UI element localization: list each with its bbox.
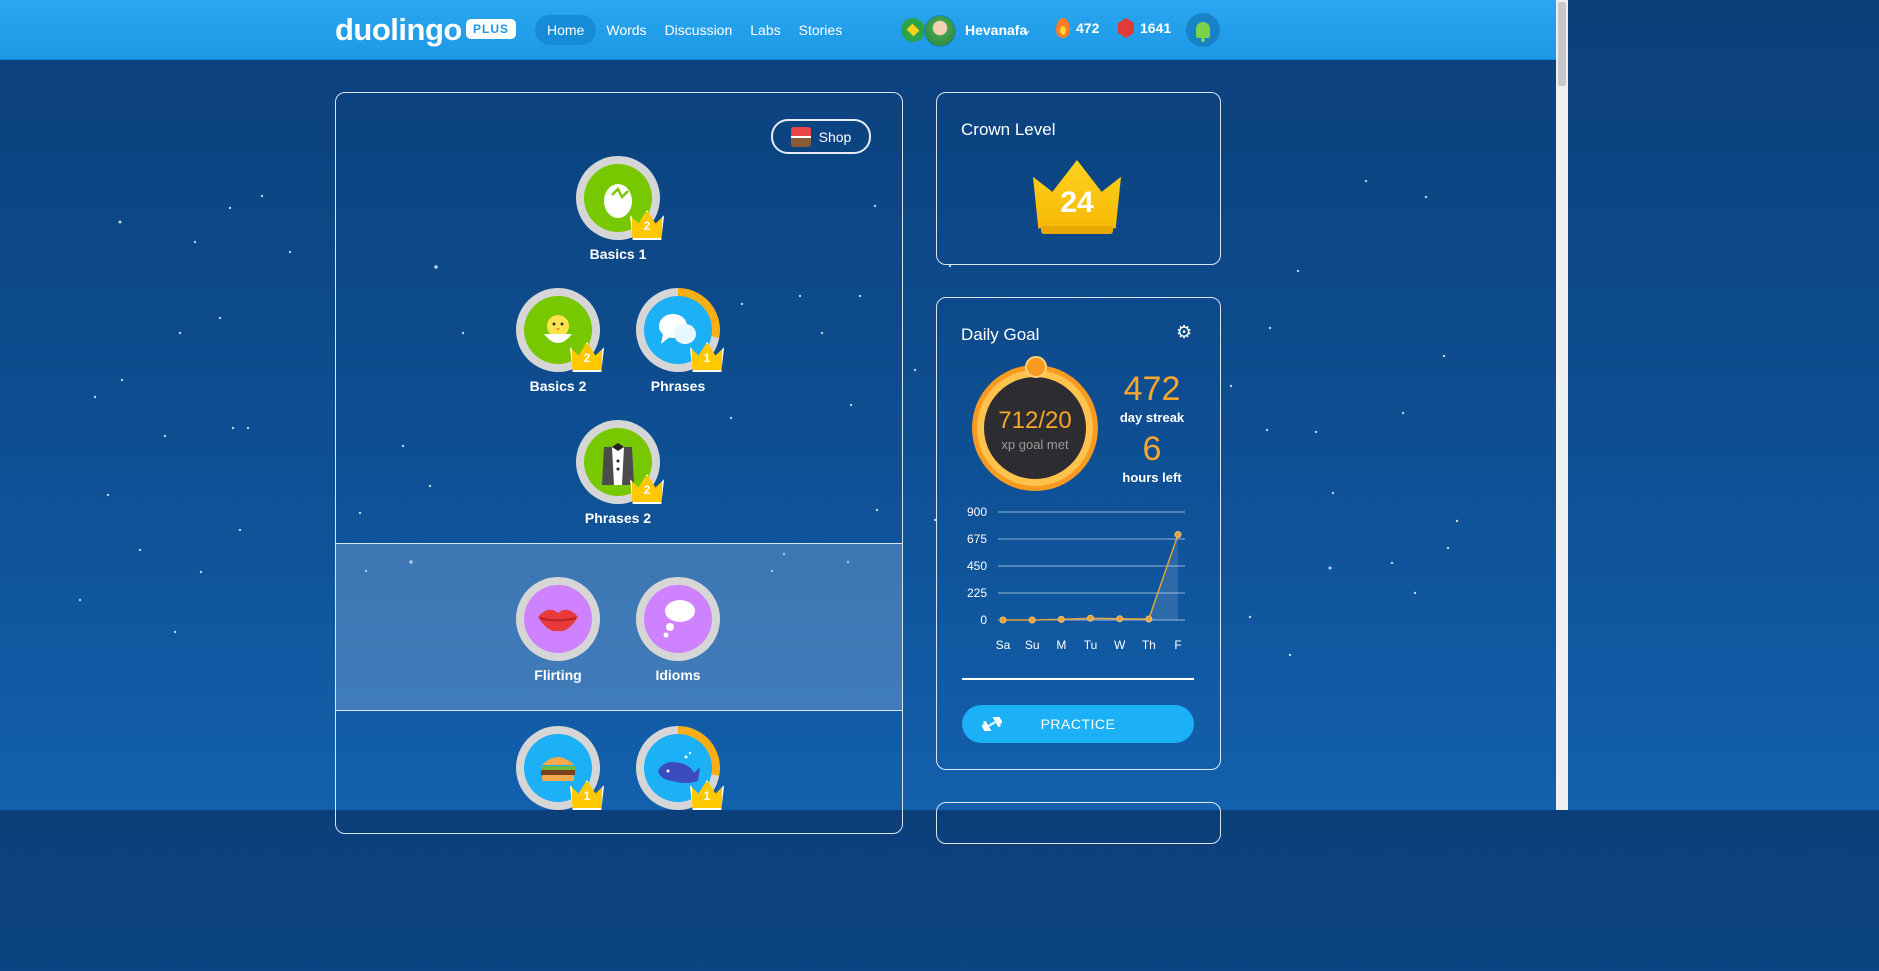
- lips-icon: [524, 585, 592, 653]
- y-tick-label: 450: [967, 559, 987, 573]
- notifications-button[interactable]: [1186, 13, 1220, 47]
- flag-icon[interactable]: [901, 18, 925, 42]
- skill-basics-2[interactable]: 2: [516, 288, 604, 372]
- locked-section-band: [336, 543, 902, 711]
- gear-icon[interactable]: ⚙: [1176, 323, 1194, 341]
- fire-icon: [1056, 18, 1070, 38]
- y-tick-label: 225: [967, 586, 987, 600]
- nav-discussion[interactable]: Discussion: [657, 15, 741, 45]
- crown-badge: 1: [690, 342, 724, 372]
- y-tick-label: 900: [967, 505, 987, 519]
- x-tick-label: F: [1174, 638, 1181, 652]
- x-tick-label: W: [1114, 638, 1126, 652]
- bell-icon: [1196, 22, 1210, 42]
- practice-button[interactable]: PRACTICE: [962, 705, 1194, 743]
- skill-label: Idioms: [655, 667, 701, 683]
- skill-flirting[interactable]: [516, 577, 600, 661]
- y-tick-label: 675: [967, 532, 987, 546]
- flame-knob-icon: [1025, 356, 1047, 378]
- xp-area: [1003, 534, 1178, 620]
- x-tick-label: Tu: [1084, 638, 1098, 652]
- gem-icon: [1118, 18, 1134, 38]
- practice-label: PRACTICE: [1040, 716, 1116, 732]
- shop-button[interactable]: Shop: [771, 119, 871, 154]
- crown-badge: 1: [570, 780, 604, 810]
- xp-point: [1028, 616, 1036, 624]
- skill-idioms[interactable]: [636, 577, 720, 661]
- skill-label: Basics 1: [589, 246, 647, 262]
- plus-badge: PLUS: [466, 19, 517, 39]
- xp-point: [1174, 531, 1182, 539]
- crown-level-value: 24: [1060, 186, 1094, 219]
- xp-goal-value: 712/20: [998, 407, 1072, 434]
- daily-goal-title: Daily Goal: [961, 325, 1040, 344]
- streak-counter[interactable]: 472: [1056, 18, 1099, 38]
- hours-left-label: hours left: [1122, 470, 1182, 485]
- x-tick-label: Sa: [996, 638, 1011, 652]
- day-streak-label: day streak: [1119, 410, 1185, 425]
- skill-label: Phrases 2: [584, 510, 652, 526]
- gems-counter[interactable]: 1641: [1118, 18, 1171, 38]
- crown-icon: 24: [1033, 160, 1121, 236]
- xp-point: [1116, 615, 1124, 623]
- xp-point: [1087, 614, 1094, 622]
- xp-point: [1145, 615, 1153, 623]
- skill-label: Flirting: [534, 667, 582, 683]
- xp-goal-ring: 712/20 xp goal met: [972, 365, 1098, 491]
- hours-left-value: 6: [1142, 430, 1162, 468]
- scrollbar-thumb[interactable]: [1558, 2, 1566, 86]
- shop-label: Shop: [818, 128, 852, 145]
- shop-icon: [790, 126, 811, 147]
- next-card: [936, 802, 1221, 844]
- streak-count: 472: [1076, 20, 1100, 36]
- crown-level-title: Crown Level: [961, 120, 1056, 139]
- skill-phrases[interactable]: 1: [636, 288, 724, 372]
- nav-words[interactable]: Words: [598, 15, 654, 45]
- x-tick-label: Su: [1025, 638, 1040, 652]
- skill-label: Basics 2: [529, 378, 587, 394]
- xp-line: [1003, 534, 1179, 621]
- username[interactable]: Hevanafa: [965, 22, 1027, 38]
- xp-point: [999, 616, 1007, 624]
- thought-bubble-icon: [644, 585, 712, 653]
- skill-label: Phrases: [650, 378, 706, 394]
- skill-animals[interactable]: 1: [636, 726, 724, 810]
- xp-point: [1057, 615, 1065, 623]
- crown-badge: 2: [630, 210, 664, 240]
- chevron-down-icon[interactable]: ⌄: [1021, 22, 1032, 38]
- gem-count: 1641: [1140, 20, 1172, 36]
- duolingo-logo[interactable]: duolingo: [335, 12, 462, 48]
- main-nav: Home Words Discussion Labs Stories: [535, 15, 850, 45]
- scrollbar[interactable]: [1556, 0, 1568, 810]
- xp-history-chart: 900 675 450 225 0 Sa Su M Tu W Th F: [967, 505, 1185, 652]
- nav-stories[interactable]: Stories: [791, 15, 851, 45]
- top-navigation-bar: duolingo PLUS Home Words Discussion Labs…: [0, 0, 1568, 60]
- skill-basics-1[interactable]: 2: [576, 156, 664, 240]
- xp-goal-label: xp goal met: [1001, 437, 1069, 452]
- skill-food[interactable]: 1: [516, 726, 604, 810]
- x-tick-label: M: [1056, 638, 1066, 652]
- dumbbell-icon: [982, 717, 1002, 731]
- crown-badge: 2: [570, 342, 604, 372]
- skill-phrases-2[interactable]: 2: [576, 420, 664, 504]
- x-tick-label: Th: [1142, 638, 1156, 652]
- y-tick-label: 0: [980, 613, 987, 627]
- crown-badge: 1: [690, 780, 724, 810]
- crown-badge: 2: [630, 474, 664, 504]
- nav-labs[interactable]: Labs: [742, 15, 788, 45]
- avatar[interactable]: [924, 15, 956, 47]
- day-streak-value: 472: [1123, 370, 1181, 408]
- nav-home[interactable]: Home: [535, 15, 597, 45]
- divider: [962, 678, 1194, 680]
